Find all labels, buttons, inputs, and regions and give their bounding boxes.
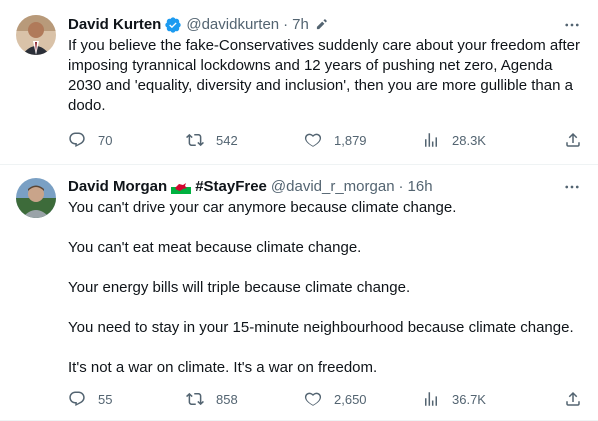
share-button[interactable]: [564, 390, 582, 408]
reply-count: 55: [98, 391, 113, 407]
tweet[interactable]: David Morgan #StayFree @david_r_morgan ·…: [0, 165, 598, 421]
tweet-paragraph: If you believe the fake-Conservatives su…: [68, 37, 580, 114]
more-icon[interactable]: [562, 177, 582, 197]
author-hashtag[interactable]: #StayFree: [195, 177, 267, 197]
tweet-paragraph: You can't drive your car anymore because…: [68, 199, 457, 216]
tweet-paragraph: You need to stay in your 15-minute neigh…: [68, 319, 574, 336]
tweet-text: If you believe the fake-Conservatives su…: [68, 36, 582, 116]
author-handle[interactable]: @david_r_morgan: [271, 177, 395, 197]
retweet-button[interactable]: 858: [186, 390, 304, 408]
reply-button[interactable]: 70: [68, 131, 186, 149]
separator-dot: ·: [283, 16, 289, 33]
tweet-header: David Kurten @davidkurten · 7h: [68, 15, 582, 35]
timestamp[interactable]: 16h: [408, 177, 433, 197]
avatar[interactable]: [16, 15, 56, 55]
reply-icon: [69, 132, 85, 148]
timestamp[interactable]: 7h: [292, 15, 309, 35]
like-icon: [304, 392, 322, 406]
retweet-button[interactable]: 542: [186, 131, 304, 149]
tweet-paragraph: You can't eat meat because climate chang…: [68, 239, 362, 256]
more-icon[interactable]: [562, 15, 582, 35]
views-button[interactable]: 28.3K: [422, 131, 540, 149]
edit-pencil-icon: [314, 18, 328, 32]
reply-icon: [69, 391, 85, 407]
like-count: 2,650: [334, 391, 367, 407]
author-name[interactable]: David Morgan: [68, 177, 167, 197]
tweet-actions: 70 542 1,879 28.3K: [68, 130, 582, 150]
like-icon: [304, 133, 322, 147]
separator-dot: ·: [398, 178, 404, 195]
views-count: 36.7K: [452, 391, 486, 407]
retweet-count: 858: [216, 391, 238, 407]
retweet-icon: [186, 133, 204, 147]
author-name[interactable]: David Kurten: [68, 15, 161, 35]
verified-badge-icon: [164, 16, 182, 34]
avatar[interactable]: [16, 178, 56, 218]
views-icon: [425, 133, 437, 147]
views-icon: [425, 392, 437, 406]
author-handle[interactable]: @davidkurten: [186, 15, 279, 35]
reply-button[interactable]: 55: [68, 390, 186, 408]
tweet-paragraph: It's not a war on climate. It's a war on…: [68, 359, 378, 376]
views-count: 28.3K: [452, 132, 486, 148]
views-button[interactable]: 36.7K: [422, 390, 540, 408]
like-button[interactable]: 1,879: [304, 131, 422, 149]
tweet-actions: 55 858 2,650 36.7K: [68, 389, 582, 409]
retweet-icon: [186, 392, 204, 406]
wales-flag-icon: [171, 180, 192, 194]
tweet-text: You can't drive your car anymore because…: [68, 198, 582, 378]
tweet-header: David Morgan #StayFree @david_r_morgan ·…: [68, 177, 582, 197]
share-icon: [566, 391, 580, 406]
retweet-count: 542: [216, 132, 238, 148]
share-icon: [566, 132, 580, 147]
tweet-paragraph: Your energy bills will triple because cl…: [68, 279, 411, 296]
like-button[interactable]: 2,650: [304, 390, 422, 408]
share-button[interactable]: [564, 131, 582, 149]
reply-count: 70: [98, 132, 113, 148]
like-count: 1,879: [334, 132, 367, 148]
tweet[interactable]: David Kurten @davidkurten · 7h If you be…: [0, 0, 598, 165]
